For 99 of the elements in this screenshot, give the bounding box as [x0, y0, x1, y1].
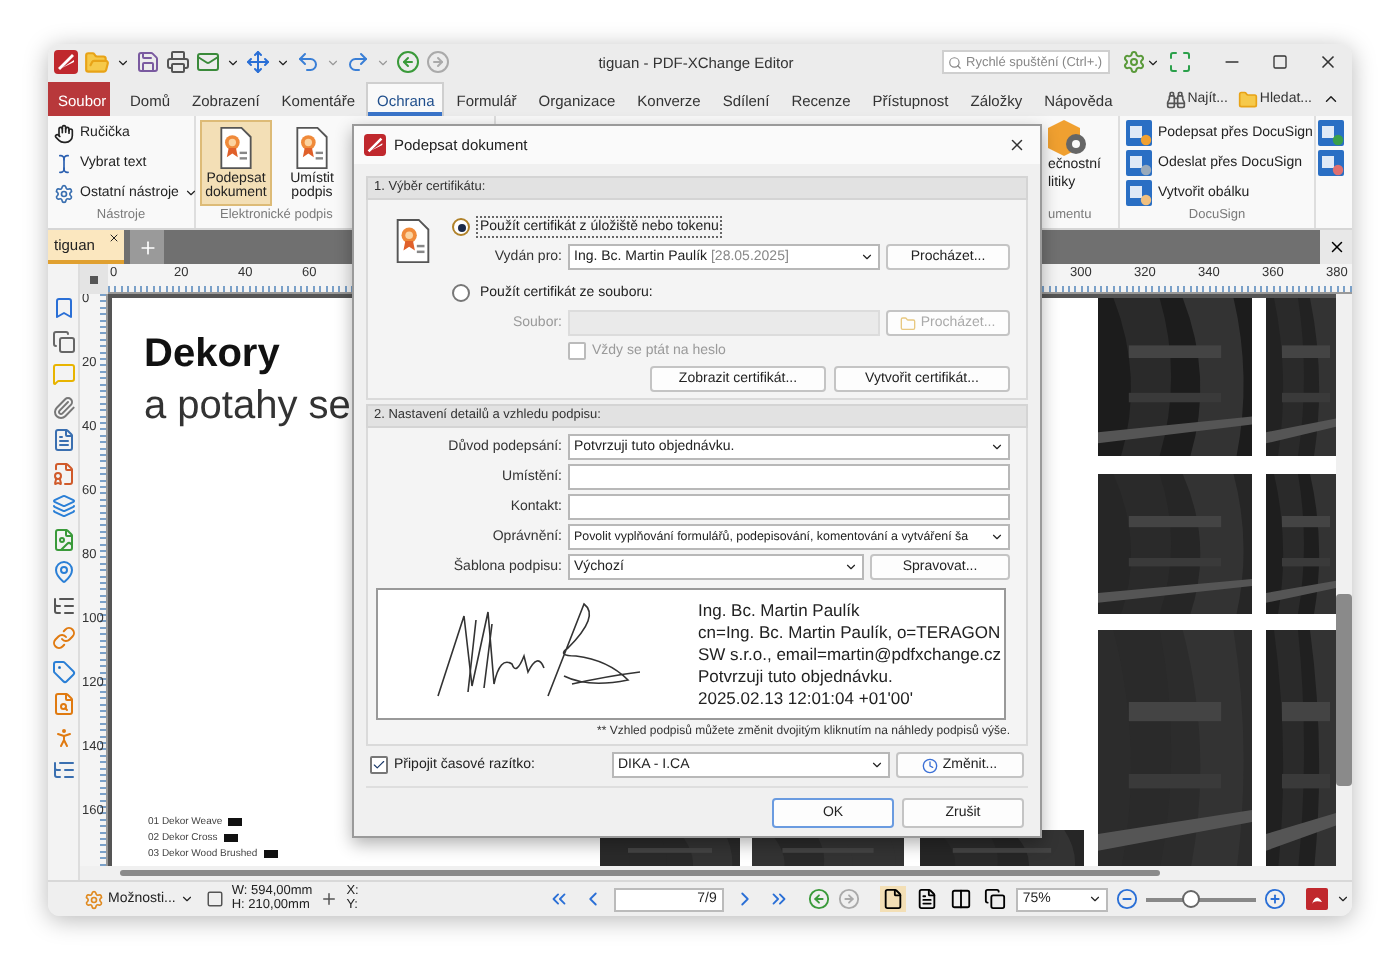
forward-icon[interactable] [426, 50, 450, 74]
swatch-icon [228, 818, 243, 826]
fullscreen-icon[interactable] [1168, 50, 1192, 74]
gear-icon [84, 889, 104, 909]
certificate-document-icon [214, 126, 258, 170]
vertical-scrollbar[interactable] [1336, 294, 1352, 866]
text-cursor-icon [54, 153, 74, 173]
signature-text: cn=Ing. Bc. Martin Paulík, o=TERAGON [698, 622, 1002, 642]
location-pin-icon[interactable] [51, 560, 75, 584]
text-field[interactable] [568, 464, 1010, 490]
pages-icon [984, 888, 1007, 910]
zoom-in-icon[interactable] [1264, 888, 1287, 910]
close-icon[interactable] [108, 232, 120, 244]
two-pages-continuous-button[interactable] [982, 886, 1009, 912]
continuous-page-button[interactable] [914, 886, 941, 912]
document-search-icon[interactable] [51, 692, 75, 716]
caret-icon [1088, 892, 1103, 906]
two-columns-icon [950, 888, 973, 910]
signature-text: Potvrzuji tuto objednávku. [698, 666, 895, 686]
ruler-corner[interactable] [80, 264, 108, 294]
single-page-button[interactable] [880, 886, 907, 912]
document-icon [916, 888, 939, 910]
send-icon [1126, 150, 1152, 176]
close-icon [1318, 52, 1338, 72]
collapse-ribbon-icon[interactable] [1322, 90, 1340, 108]
mail-icon[interactable] [196, 50, 220, 74]
caret-icon [844, 560, 858, 574]
tag-icon[interactable] [51, 659, 75, 683]
close-icon [1007, 136, 1025, 154]
maximize-icon [1272, 54, 1288, 70]
layers-icon[interactable] [51, 494, 75, 518]
app-logo-icon [54, 50, 78, 74]
first-page-icon [548, 888, 571, 910]
page-icon [882, 888, 905, 910]
caret-icon[interactable] [226, 55, 240, 69]
gear-icon [54, 183, 74, 203]
security-box-icon[interactable] [1048, 120, 1088, 156]
folder-icon [1237, 89, 1258, 109]
slider-thumb[interactable] [1182, 889, 1201, 907]
radio-button[interactable] [452, 218, 470, 236]
app-logo-icon [364, 134, 386, 156]
back-icon[interactable] [808, 888, 831, 910]
zoom-out-icon[interactable] [1116, 888, 1139, 910]
caret-icon[interactable] [1336, 892, 1351, 906]
caret-icon [860, 250, 874, 264]
plus-icon [137, 237, 157, 257]
caret-icon [184, 186, 199, 200]
caret-icon [990, 440, 1004, 454]
signature-preview[interactable]: Ing. Bc. Martin Paulík cn=Ing. Bc. Martin Paulík, o=TERAGON SW s.r.o., email=martin@pdfxchange.cz Potvrzuji tuto objednávku. 2025.02.13 12:01:04 +01'00' [376, 588, 1006, 720]
pages-icon[interactable] [51, 329, 75, 353]
forward-icon[interactable] [838, 888, 861, 910]
sign-document-icon [290, 126, 334, 170]
close-document-button[interactable] [1320, 230, 1352, 264]
paperclip-icon[interactable] [51, 395, 75, 419]
caret-icon[interactable] [276, 55, 290, 69]
caret-icon [870, 758, 884, 772]
image-document-icon[interactable] [51, 527, 75, 551]
two-pages-button[interactable] [948, 886, 975, 912]
list-tree-icon[interactable] [51, 593, 75, 617]
swatch-icon [223, 834, 238, 842]
checkbox[interactable] [370, 756, 388, 774]
link-icon[interactable] [51, 626, 75, 650]
folder-icon [900, 315, 917, 331]
crosshair-icon [320, 890, 339, 908]
redo-icon[interactable] [346, 50, 370, 74]
scrollbar-thumb[interactable] [120, 870, 1160, 876]
caret-icon [179, 892, 194, 906]
hand-icon [54, 123, 74, 143]
radio-button[interactable] [452, 284, 470, 302]
back-icon[interactable] [396, 50, 420, 74]
decline-icon [1318, 150, 1345, 176]
signature-text: SW s.r.o., email=martin@pdfxchange.cz [698, 644, 1002, 664]
search-icon [948, 55, 962, 69]
new-tab-button[interactable] [130, 230, 164, 264]
swatch-icon [263, 850, 278, 858]
binoculars-icon [1165, 89, 1186, 109]
caret-icon[interactable] [116, 55, 130, 69]
structure-icon[interactable] [51, 758, 75, 782]
accessibility-icon[interactable] [51, 725, 75, 749]
check-icon [372, 758, 386, 772]
caret-icon[interactable] [1146, 55, 1160, 69]
envelope-icon [1126, 180, 1152, 206]
last-page-icon [768, 888, 791, 910]
clock-icon [922, 757, 939, 773]
signature-text: 2025.02.13 12:01:04 +01'00' [698, 688, 915, 708]
save-icon[interactable] [136, 50, 160, 74]
page-heading: Dekory [144, 332, 280, 378]
pdf-icon[interactable] [1306, 888, 1329, 910]
certificate-icon[interactable] [51, 461, 75, 485]
page-size-icon [205, 890, 224, 908]
page-subheading: a potahy se [144, 384, 351, 430]
document-icon[interactable] [51, 428, 75, 452]
print-icon[interactable] [166, 50, 190, 74]
caret-icon [990, 530, 1004, 544]
close-icon [1327, 238, 1345, 256]
signature-text: Ing. Bc. Martin Paulík [698, 600, 862, 620]
scrollbar-thumb[interactable] [1336, 594, 1352, 786]
bookmark-icon[interactable] [51, 296, 75, 320]
text-field[interactable] [568, 494, 1010, 520]
